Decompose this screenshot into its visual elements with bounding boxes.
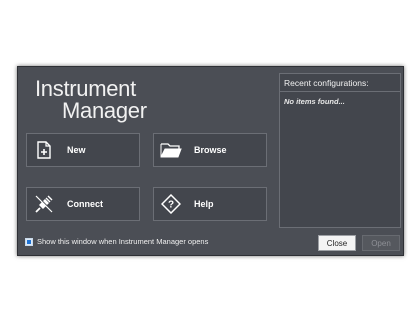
new-button[interactable]: New [26,133,140,167]
close-button[interactable]: Close [318,235,356,251]
open-button[interactable]: Open [362,235,400,251]
svg-text:?: ? [168,200,174,211]
show-on-start-checkbox[interactable] [25,237,33,246]
connect-button-label: Connect [67,199,103,209]
recent-configurations-header: Recent configurations: [280,74,400,92]
browse-button-label: Browse [194,145,227,155]
new-button-label: New [67,145,86,155]
app-title: Instrument Manager [35,78,147,122]
new-document-icon [27,134,61,166]
show-on-start-label[interactable]: Show this window when Instrument Manager… [37,237,208,246]
help-button-label: Help [194,199,214,209]
checkbox-checked-mark [27,239,31,244]
help-button[interactable]: ? Help [153,187,267,221]
footer-bar: Show this window when Instrument Manager… [18,231,403,255]
browse-button[interactable]: Browse [153,133,267,167]
recent-configurations-panel: Recent configurations: No items found... [279,73,401,228]
show-on-start-option[interactable]: Show this window when Instrument Manager… [25,237,208,246]
app-title-line1: Instrument [35,76,136,101]
connect-button[interactable]: Connect [26,187,140,221]
app-title-line2: Manager [62,98,147,123]
folder-icon [154,134,188,166]
help-icon: ? [154,188,188,220]
start-window: Instrument Manager New Browse Connect ? … [17,66,404,256]
recent-empty-text: No items found... [284,97,345,106]
plug-icon [27,188,61,220]
